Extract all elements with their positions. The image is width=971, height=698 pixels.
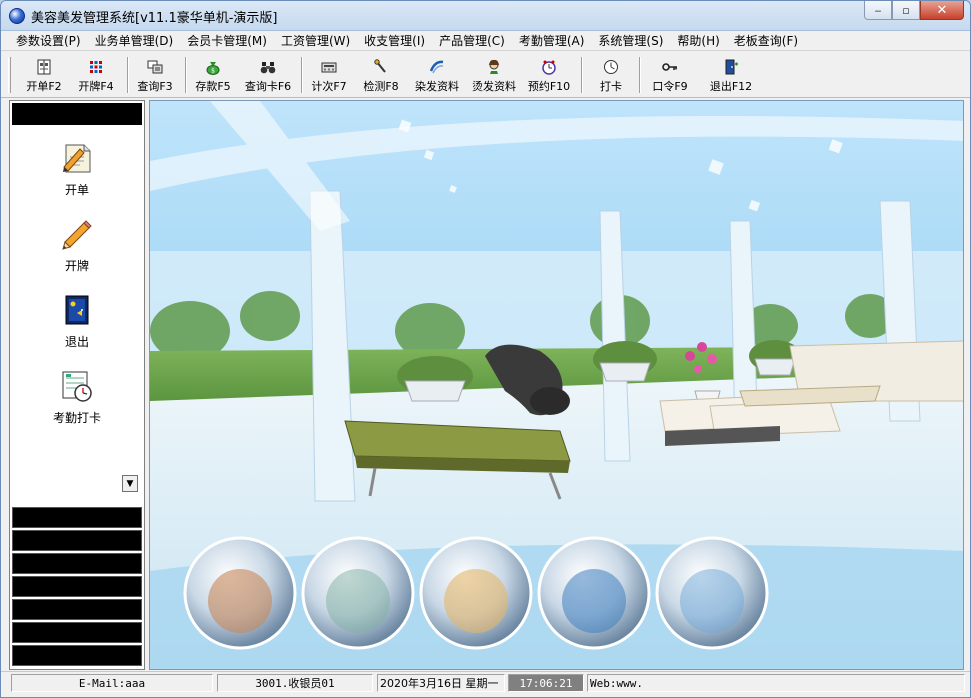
toolbar-label: 查询卡F6 — [244, 80, 292, 93]
left-panel-bar[interactable] — [12, 599, 142, 620]
sidebar-item-open-card[interactable]: 开牌 — [10, 217, 144, 279]
binoculars-icon — [259, 58, 277, 76]
card-grid-icon — [87, 58, 105, 76]
toolbar-separator — [185, 57, 187, 93]
toolbar-separator — [127, 57, 129, 93]
toolbar-grip[interactable] — [8, 57, 11, 93]
menu-business[interactable]: 业务单管理(D) — [88, 32, 181, 49]
pencil-paper-icon — [60, 141, 94, 175]
toolbar-label: 查询F3 — [137, 80, 173, 93]
toolbar-perm-button[interactable]: 烫发资料 — [467, 55, 521, 95]
sidebar-item-label: 考勤打卡 — [52, 411, 101, 425]
toolbar-separator — [301, 57, 303, 93]
hair-dye-icon — [428, 58, 446, 76]
left-panel-bar[interactable] — [12, 553, 142, 574]
menu-member-card[interactable]: 会员卡管理(M) — [180, 32, 274, 49]
toolbar-label: 退出F12 — [709, 80, 753, 93]
toolbar-label: 开牌F4 — [78, 80, 114, 93]
toolbar-appointment-button[interactable]: 预约F10 — [525, 55, 573, 95]
clock-icon — [602, 58, 620, 76]
svg-text:$: $ — [211, 68, 215, 75]
sidebar-item-label: 开牌 — [64, 259, 89, 273]
bill-icon — [35, 58, 53, 76]
toolbar: 开单F2 开牌F4 查询F3 $ 存款F5 查询卡F6 计次F7 检测F8 染发… — [1, 52, 970, 98]
toolbar-hair-dye-button[interactable]: 染发资料 — [411, 55, 463, 95]
left-panel-header — [12, 103, 142, 125]
sidebar-scroll-down-button[interactable]: ▼ — [122, 475, 138, 492]
close-button[interactable]: ✕ — [920, 1, 964, 20]
left-panel-bar[interactable] — [12, 576, 142, 597]
menu-products[interactable]: 产品管理(C) — [432, 32, 512, 49]
sidebar-item-label: 退出 — [64, 335, 89, 349]
menu-income-expense[interactable]: 收支管理(I) — [357, 32, 432, 49]
sidebar-item-open-bill[interactable]: 开单 — [10, 141, 144, 203]
status-date: 2020年3月16日 星期一 — [377, 674, 505, 692]
menu-params[interactable]: 参数设置(P) — [9, 32, 88, 49]
toolbar-deposit-button[interactable]: $ 存款F5 — [191, 55, 235, 95]
menu-system[interactable]: 系统管理(S) — [591, 32, 670, 49]
exit-door-icon — [60, 293, 94, 327]
app-window: 美容美发管理系统[v11.1豪华单机-演示版] ‒ ▫ ✕ 参数设置(P) 业务… — [0, 0, 971, 698]
toolbar-password-button[interactable]: 口令F9 — [647, 55, 693, 95]
toolbar-count-button[interactable]: 计次F7 — [307, 55, 351, 95]
toolbar-separator — [639, 57, 641, 93]
toolbar-label: 染发资料 — [415, 80, 459, 93]
salon-interior-illustration — [150, 101, 963, 669]
toolbar-open-card-button[interactable]: 开牌F4 — [73, 55, 119, 95]
window-controls: ‒ ▫ ✕ — [864, 1, 964, 21]
toolbar-label: 计次F7 — [311, 80, 347, 93]
query-icon — [146, 58, 164, 76]
status-email: E-Mail:aaa — [11, 674, 213, 692]
key-icon — [661, 58, 679, 76]
toolbar-query-card-button[interactable]: 查询卡F6 — [241, 55, 295, 95]
minimize-button[interactable]: ‒ — [864, 1, 892, 20]
menu-help[interactable]: 帮助(H) — [670, 32, 726, 49]
menu-attendance[interactable]: 考勤管理(A) — [512, 32, 592, 49]
toolbar-detect-button[interactable]: 检测F8 — [359, 55, 403, 95]
toolbar-label: 烫发资料 — [472, 80, 516, 93]
app-logo-icon — [9, 8, 25, 24]
appointment-icon — [540, 58, 558, 76]
toolbar-label: 口令F9 — [652, 80, 688, 93]
toolbar-label: 开单F2 — [26, 80, 62, 93]
toolbar-label: 预约F10 — [527, 80, 571, 93]
perm-icon — [485, 58, 503, 76]
detect-icon — [372, 58, 390, 76]
sidebar-item-attendance[interactable]: 考勤打卡 — [10, 369, 144, 431]
toolbar-exit-button[interactable]: 退出F12 — [705, 55, 757, 95]
status-web: Web:www. — [587, 674, 965, 692]
menu-boss-query[interactable]: 老板查询(F) — [727, 32, 805, 49]
menu-bar: 参数设置(P) 业务单管理(D) 会员卡管理(M) 工资管理(W) 收支管理(I… — [1, 31, 970, 51]
main-background-image — [149, 100, 964, 670]
maximize-button[interactable]: ▫ — [892, 1, 920, 20]
toolbar-query-button[interactable]: 查询F3 — [133, 55, 177, 95]
toolbar-open-bill-button[interactable]: 开单F2 — [21, 55, 67, 95]
sidebar-item-exit[interactable]: 退出 — [10, 293, 144, 355]
toolbar-separator — [581, 57, 583, 93]
toolbar-clock-in-button[interactable]: 打卡 — [591, 55, 631, 95]
toolbar-label: 存款F5 — [195, 80, 231, 93]
sidebar-item-label: 开单 — [64, 183, 89, 197]
attendance-clock-icon — [60, 369, 94, 403]
counter-icon — [320, 58, 338, 76]
money-bag-icon: $ — [204, 58, 222, 76]
left-panel-black-bars — [12, 507, 142, 668]
left-panel-bar[interactable] — [12, 530, 142, 551]
left-shortcut-panel: 开单 开牌 退出 考勤打卡 ▼ — [9, 100, 145, 670]
menu-salary[interactable]: 工资管理(W) — [274, 32, 357, 49]
left-panel-bar[interactable] — [12, 507, 142, 528]
pencil-icon — [60, 217, 94, 251]
status-bar: E-Mail:aaa 3001.收银员01 2020年3月16日 星期一 17:… — [1, 671, 970, 697]
title-bar[interactable]: 美容美发管理系统[v11.1豪华单机-演示版] ‒ ▫ ✕ — [1, 1, 970, 31]
status-clock: 17:06:21 — [508, 674, 584, 692]
toolbar-label: 检测F8 — [363, 80, 399, 93]
exit-door-icon — [722, 58, 740, 76]
status-operator: 3001.收银员01 — [217, 674, 373, 692]
left-panel-bar[interactable] — [12, 645, 142, 666]
window-title: 美容美发管理系统[v11.1豪华单机-演示版] — [31, 11, 278, 26]
left-panel-bar[interactable] — [12, 622, 142, 643]
toolbar-label: 打卡 — [600, 80, 622, 93]
